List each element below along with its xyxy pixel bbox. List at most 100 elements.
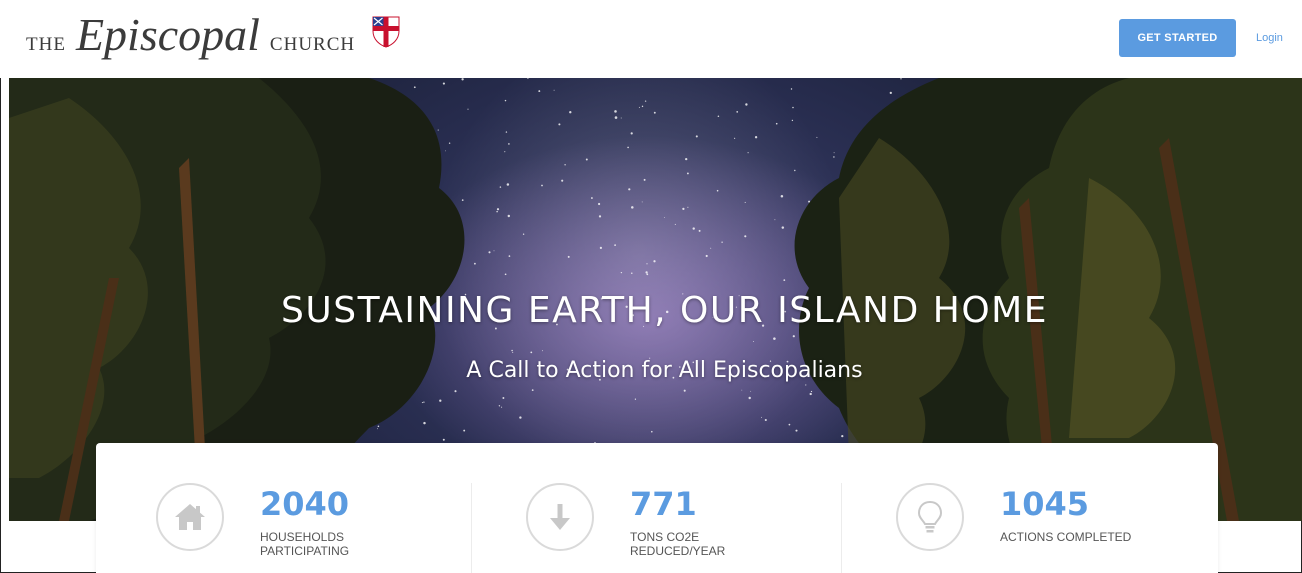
star	[841, 434, 844, 438]
stat-label-line2: PARTICIPATING	[260, 544, 350, 558]
stat-label-line1: TONS CO2E	[630, 530, 700, 544]
star	[775, 122, 778, 125]
star	[686, 172, 689, 175]
star	[634, 398, 637, 400]
star	[710, 247, 712, 249]
star	[630, 132, 633, 135]
stat-value: 1045	[1000, 485, 1090, 523]
star	[423, 421, 426, 425]
star	[558, 123, 561, 126]
star	[705, 254, 708, 258]
star	[631, 206, 634, 209]
star	[461, 199, 464, 201]
get-started-button[interactable]: GET STARTED	[1119, 19, 1236, 57]
star	[692, 227, 695, 230]
star	[461, 78, 464, 81]
star	[747, 152, 749, 154]
star	[511, 349, 513, 352]
star	[508, 143, 510, 145]
episcopal-church-logo[interactable]: THE Episcopal CHURCH	[26, 12, 355, 68]
stat-icon-circle	[896, 483, 964, 551]
impact-stats-card: 2040 HOUSEHOLDS PARTICIPATING 771 TONS C…	[96, 443, 1218, 573]
star	[833, 152, 835, 154]
star	[614, 244, 616, 246]
star	[780, 194, 784, 198]
star	[508, 255, 511, 257]
star	[761, 416, 762, 418]
star	[377, 428, 378, 430]
star	[614, 110, 617, 113]
star	[781, 226, 785, 229]
star	[423, 401, 425, 403]
star	[685, 157, 688, 161]
star	[499, 186, 502, 188]
star	[598, 215, 602, 218]
star	[504, 99, 507, 102]
star	[413, 86, 416, 89]
star	[653, 260, 656, 263]
logo-the: THE	[26, 34, 66, 55]
star	[790, 88, 793, 90]
star	[631, 272, 633, 275]
star	[698, 229, 701, 232]
star	[567, 255, 570, 258]
star	[590, 197, 593, 199]
star	[627, 146, 629, 149]
stat-label-line1: HOUSEHOLDS	[260, 530, 345, 544]
stat-divider	[471, 483, 472, 573]
star	[620, 117, 622, 119]
star	[788, 423, 791, 426]
logo-church: CHURCH	[269, 34, 356, 55]
star	[683, 389, 686, 392]
stat-icon-circle	[526, 483, 594, 551]
stat-label: HOUSEHOLDS PARTICIPATING	[260, 530, 420, 558]
star	[644, 100, 647, 102]
star	[504, 151, 506, 153]
star	[569, 111, 572, 114]
star	[645, 271, 648, 274]
star	[750, 390, 752, 392]
star	[809, 392, 812, 396]
star	[736, 111, 739, 113]
star	[664, 217, 665, 218]
house-icon	[175, 504, 205, 530]
star	[542, 350, 543, 352]
star	[488, 251, 491, 254]
star	[682, 207, 685, 211]
star	[377, 425, 380, 428]
star	[764, 418, 767, 422]
star	[507, 214, 511, 218]
star	[467, 108, 469, 110]
star	[674, 223, 676, 225]
star	[734, 137, 736, 139]
stat-label: TONS CO2E REDUCED/YEAR	[630, 530, 790, 558]
stat-value: 2040	[260, 485, 350, 523]
star	[741, 389, 743, 391]
stat-icon-circle	[156, 483, 224, 551]
star	[805, 384, 807, 386]
hero-subtitle: A Call to Action for All Episcopalians	[466, 358, 863, 383]
star	[816, 136, 818, 138]
star	[620, 271, 623, 274]
star	[474, 262, 476, 265]
stat-value: 771	[630, 485, 697, 523]
star	[646, 263, 648, 265]
star	[501, 406, 503, 408]
star	[502, 397, 505, 399]
star	[641, 105, 644, 108]
star	[454, 390, 457, 393]
star	[833, 156, 835, 158]
star	[538, 90, 541, 93]
star	[519, 416, 522, 419]
star	[795, 429, 798, 432]
star	[498, 405, 501, 407]
star	[493, 250, 495, 252]
site-header: THE Episcopal CHURCH GET STARTED Login	[0, 0, 1302, 78]
login-link[interactable]: Login	[1256, 32, 1283, 44]
star	[889, 91, 892, 95]
episcopal-shield-icon	[372, 16, 400, 48]
star	[585, 158, 588, 161]
star	[561, 179, 564, 182]
star	[564, 164, 566, 166]
star	[791, 119, 794, 122]
